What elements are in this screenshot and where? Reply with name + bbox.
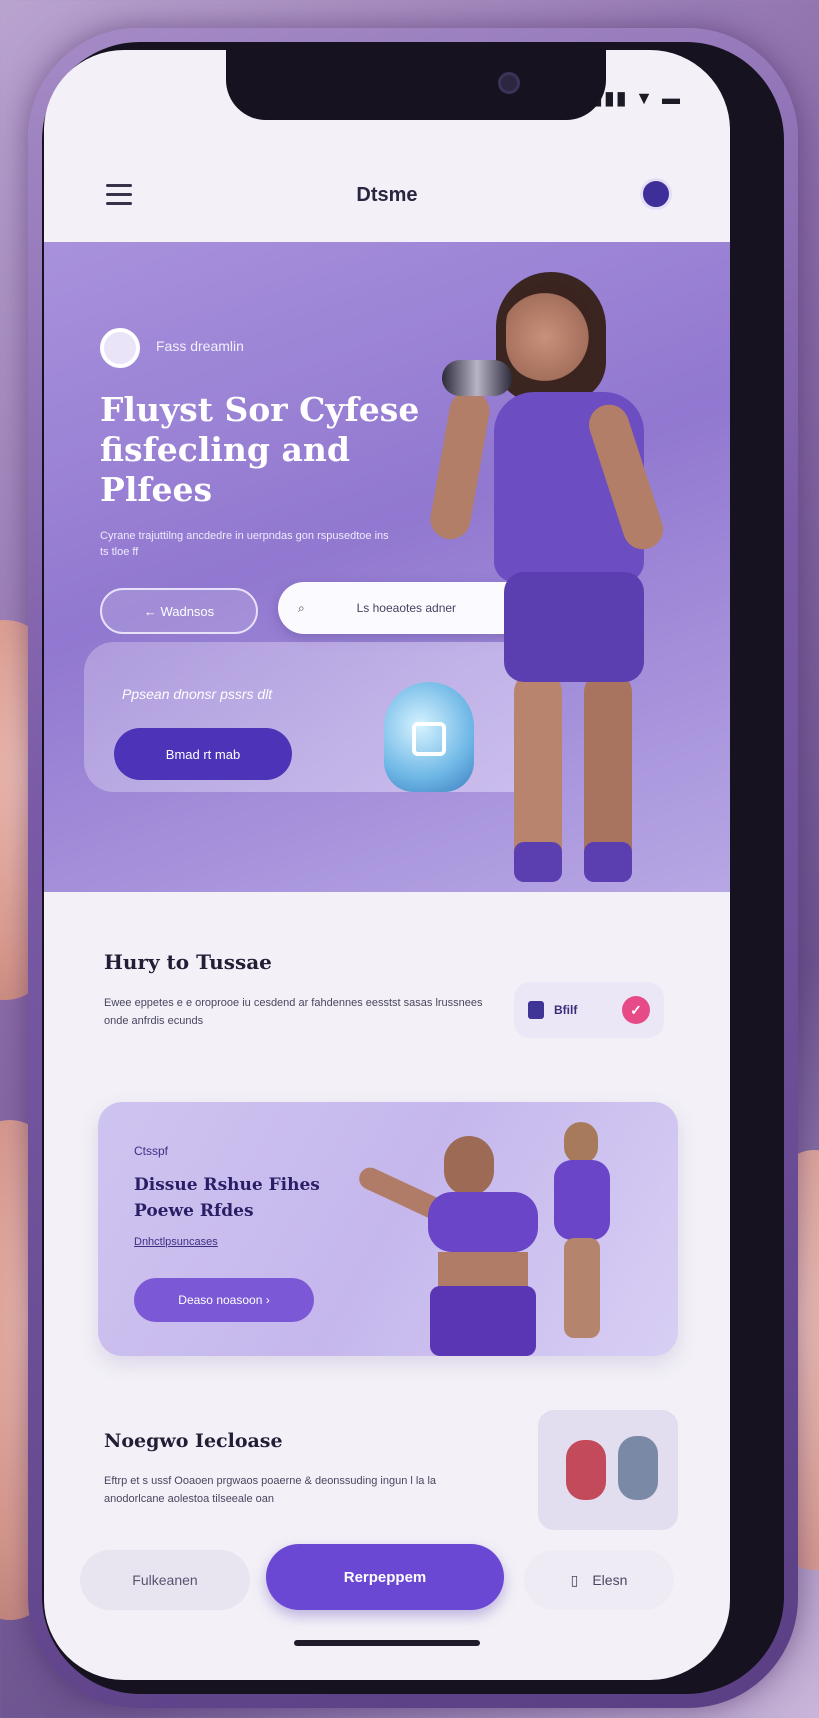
- nav-primary-button[interactable]: Rerpeppem: [266, 1544, 504, 1610]
- search-icon: ⌕: [298, 600, 305, 615]
- hero-brand-name: Fass dreamlin: [156, 338, 244, 354]
- thumbnail-figure: [618, 1436, 658, 1500]
- camera-icon: [498, 72, 520, 94]
- promo-figure2-top: [554, 1160, 610, 1240]
- promo-button[interactable]: Deaso noasoon ›: [134, 1278, 314, 1322]
- athlete-head: [506, 282, 592, 382]
- hero-card-text: Ppsean dnonsr pssrs dlt: [122, 686, 273, 702]
- promo-figure-head: [444, 1136, 494, 1196]
- chip-label: Bfilf: [554, 1003, 578, 1017]
- brand-logo-icon: [100, 328, 140, 368]
- thumbnail-figure: [566, 1440, 606, 1500]
- promo-figure-top: [428, 1192, 538, 1252]
- promo-title: Dissue Rshue Fihes Poewe Rfdes: [134, 1175, 320, 1221]
- athlete-sock: [584, 842, 632, 882]
- profile-avatar[interactable]: [640, 178, 672, 210]
- nav-right-button[interactable]: ▯ Elesn: [524, 1550, 674, 1610]
- promo-card[interactable]: Ctsspf Dissue Rshue Fihes Poewe Rfdes Dn…: [98, 1102, 678, 1356]
- hero-subtitle: Cyrane trajuttilng ancdedre in uerpndas …: [100, 530, 389, 558]
- promo-figure2-legs: [564, 1238, 600, 1338]
- athlete-arm: [427, 387, 493, 543]
- hero-outline-button[interactable]: ← Wadnsos: [100, 588, 258, 634]
- athlete-shorts: [504, 572, 644, 682]
- section-title: Hury to Tussae: [104, 950, 272, 974]
- thumbnail-image[interactable]: [538, 1410, 678, 1530]
- document-icon: [528, 1001, 544, 1019]
- section-description: Eftrp et s ussf Ooaoen prgwaos poaerne &…: [104, 1475, 437, 1505]
- save-chip[interactable]: Bfilf ✓: [514, 982, 664, 1038]
- hero-title: Fluyst Sor Cyfese fisfecling and Plfees: [100, 390, 420, 509]
- lock-icon: [412, 722, 446, 756]
- notch: [226, 50, 606, 120]
- promo-figure-pants: [430, 1286, 536, 1356]
- nav-right-label: Elesn: [592, 1572, 628, 1588]
- top-bar: Dtsme: [44, 150, 730, 240]
- hero-search-pill[interactable]: ⌕ Ls hoeaotes adner ✕: [278, 582, 538, 634]
- heart-icon[interactable]: ✓: [622, 996, 650, 1024]
- promo-link[interactable]: Dnhctlpsuncases: [134, 1236, 218, 1248]
- promo-figure2-head: [564, 1122, 598, 1164]
- bag-icon: ▯: [570, 1571, 579, 1588]
- bottom-navigation: Fulkeanen Rerpeppem ▯ Elesn: [44, 1540, 730, 1620]
- phone-screen: ▮▮▮ ▼ ▬ Dtsme Fass dreamlin Fluyst Sor C…: [44, 50, 730, 1680]
- status-indicators: ▮▮▮ ▼ ▬: [592, 88, 682, 108]
- home-indicator[interactable]: [294, 1640, 480, 1646]
- search-label: Ls hoeaotes adner: [356, 601, 457, 615]
- nav-left-button[interactable]: Fulkeanen: [80, 1550, 250, 1610]
- promo-tag: Ctsspf: [134, 1144, 169, 1158]
- section-title: Noegwo Iecloase: [104, 1430, 283, 1452]
- hero-banner: Fass dreamlin Fluyst Sor Cyfese fisfecli…: [44, 242, 730, 892]
- section-description: Ewee eppetes e e oroprooe iu cesdend ar …: [104, 997, 483, 1027]
- athlete-sock: [514, 842, 562, 882]
- dumbbell-image: [442, 360, 512, 396]
- hero-cta-button[interactable]: Bmad rt mab: [114, 728, 292, 780]
- page-title: Dtsme: [356, 184, 418, 206]
